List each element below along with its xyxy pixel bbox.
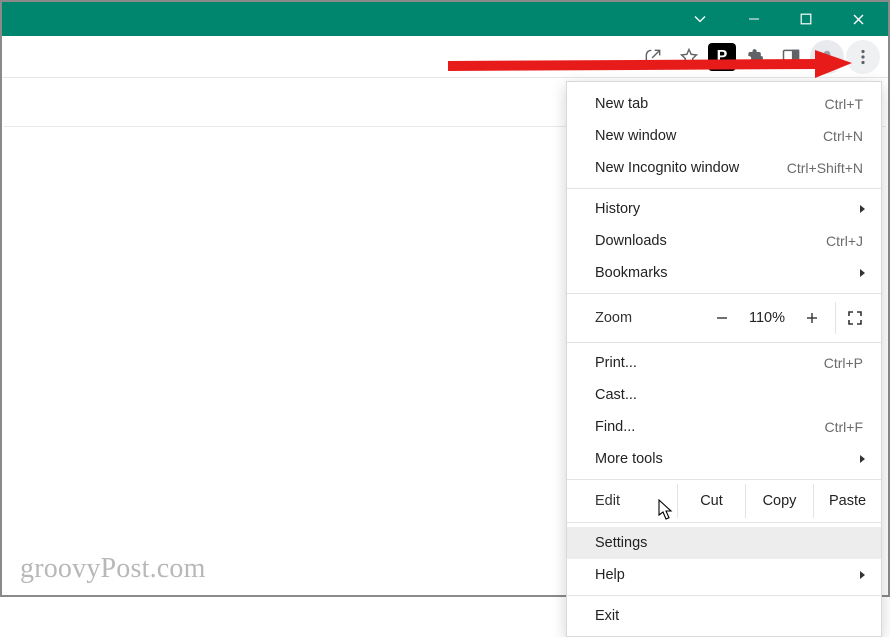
- menu-shortcut: Ctrl+N: [823, 128, 863, 144]
- edit-paste-button[interactable]: Paste: [813, 484, 881, 518]
- minimize-button[interactable]: [728, 2, 780, 36]
- menu-label: Cast...: [595, 387, 863, 403]
- menu-label: More tools: [595, 451, 863, 467]
- menu-separator: [567, 479, 881, 480]
- zoom-in-button[interactable]: [795, 302, 829, 334]
- close-button[interactable]: [832, 2, 884, 36]
- menu-label: History: [595, 201, 863, 217]
- menu-item-edit: Edit Cut Copy Paste: [567, 484, 881, 518]
- submenu-arrow-icon: [859, 567, 867, 583]
- bookmark-star-icon[interactable]: [672, 40, 706, 74]
- menu-label: Help: [595, 567, 863, 583]
- kebab-menu-button[interactable]: [846, 40, 880, 74]
- submenu-arrow-icon: [859, 201, 867, 217]
- menu-label: Exit: [595, 608, 863, 624]
- menu-item-print[interactable]: Print... Ctrl+P: [567, 347, 881, 379]
- menu-item-find[interactable]: Find... Ctrl+F: [567, 411, 881, 443]
- main-menu-panel: New tab Ctrl+T New window Ctrl+N New Inc…: [566, 81, 882, 637]
- extension-p-icon[interactable]: P: [708, 43, 736, 71]
- menu-separator: [567, 293, 881, 294]
- extensions-puzzle-icon[interactable]: [738, 40, 772, 74]
- profile-avatar-icon[interactable]: [810, 40, 844, 74]
- submenu-arrow-icon: [859, 265, 867, 281]
- menu-item-history[interactable]: History: [567, 193, 881, 225]
- menu-label: Find...: [595, 419, 825, 435]
- menu-shortcut: Ctrl+Shift+N: [787, 160, 863, 176]
- menu-item-more-tools[interactable]: More tools: [567, 443, 881, 475]
- menu-label: Settings: [595, 535, 863, 551]
- fullscreen-button[interactable]: [835, 302, 873, 334]
- reading-list-icon[interactable]: [774, 40, 808, 74]
- menu-label: New Incognito window: [595, 160, 787, 176]
- menu-item-downloads[interactable]: Downloads Ctrl+J: [567, 225, 881, 257]
- menu-shortcut: Ctrl+P: [824, 355, 863, 371]
- edit-copy-button[interactable]: Copy: [745, 484, 813, 518]
- menu-shortcut: Ctrl+F: [825, 419, 864, 435]
- menu-item-new-incognito[interactable]: New Incognito window Ctrl+Shift+N: [567, 152, 881, 184]
- menu-item-exit[interactable]: Exit: [567, 600, 881, 632]
- edit-label: Edit: [595, 493, 677, 509]
- menu-label: New window: [595, 128, 823, 144]
- edit-cut-button[interactable]: Cut: [677, 484, 745, 518]
- menu-item-settings[interactable]: Settings: [567, 527, 881, 559]
- menu-label: Bookmarks: [595, 265, 863, 281]
- menu-shortcut: Ctrl+T: [825, 96, 864, 112]
- menu-separator: [567, 342, 881, 343]
- maximize-button[interactable]: [780, 2, 832, 36]
- menu-shortcut: Ctrl+J: [826, 233, 863, 249]
- menu-item-cast[interactable]: Cast...: [567, 379, 881, 411]
- menu-label: Downloads: [595, 233, 826, 249]
- zoom-out-button[interactable]: [705, 302, 739, 334]
- menu-item-new-tab[interactable]: New tab Ctrl+T: [567, 88, 881, 120]
- menu-label: Print...: [595, 355, 824, 371]
- submenu-arrow-icon: [859, 451, 867, 467]
- menu-item-new-window[interactable]: New window Ctrl+N: [567, 120, 881, 152]
- zoom-value: 110%: [739, 310, 795, 326]
- menu-item-zoom: Zoom 110%: [567, 298, 881, 338]
- zoom-label: Zoom: [595, 310, 705, 326]
- tab-dropdown-icon[interactable]: [682, 2, 718, 36]
- browser-toolbar: P: [2, 36, 888, 78]
- menu-separator: [567, 522, 881, 523]
- share-icon[interactable]: [636, 40, 670, 74]
- watermark-text: groovyPost.com: [20, 553, 206, 585]
- menu-item-bookmarks[interactable]: Bookmarks: [567, 257, 881, 289]
- extension-p-label: P: [717, 48, 728, 66]
- menu-separator: [567, 188, 881, 189]
- menu-item-help[interactable]: Help: [567, 559, 881, 591]
- window-titlebar: [2, 2, 888, 36]
- menu-separator: [567, 595, 881, 596]
- menu-label: New tab: [595, 96, 825, 112]
